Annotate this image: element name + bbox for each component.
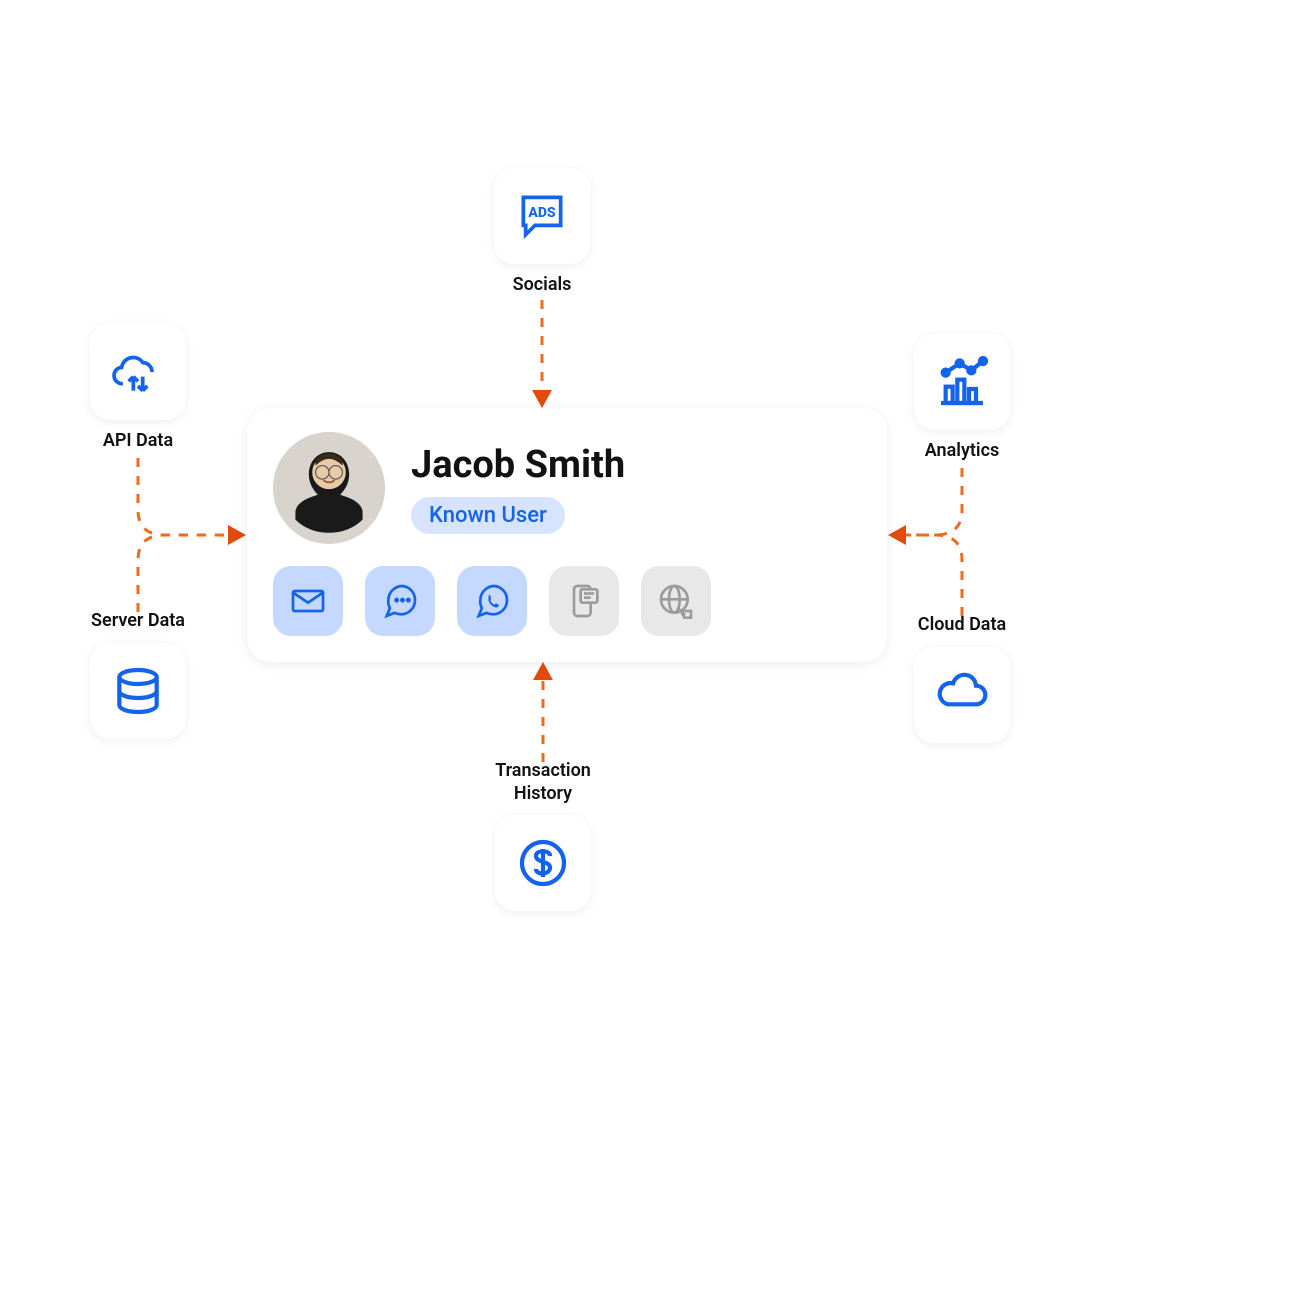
- node-server-data: Server Data: [90, 610, 186, 739]
- user-header: Jacob Smith Known User: [273, 432, 861, 544]
- svg-text:ADS: ADS: [528, 205, 556, 221]
- analytics-icon: [914, 334, 1010, 430]
- cloud-sync-icon: [90, 324, 186, 420]
- user-meta: Jacob Smith Known User: [411, 443, 625, 534]
- ads-icon: ADS: [494, 168, 590, 264]
- dollar-icon: [495, 815, 591, 911]
- user-status-badge: Known User: [411, 497, 565, 534]
- channel-email[interactable]: [273, 566, 343, 636]
- node-label: Socials: [513, 274, 572, 297]
- node-label: Analytics: [925, 440, 1000, 463]
- node-label: Transaction History: [495, 760, 591, 805]
- cloud-icon: [914, 647, 1010, 743]
- channel-row: [273, 566, 861, 636]
- channel-sms[interactable]: [549, 566, 619, 636]
- user-card: Jacob Smith Known User: [247, 408, 887, 662]
- avatar: [273, 432, 385, 544]
- node-label: API Data: [103, 430, 173, 453]
- database-icon: [90, 643, 186, 739]
- node-socials: ADS Socials: [494, 168, 590, 297]
- diagram-canvas: Jacob Smith Known User: [0, 0, 1312, 1312]
- node-cloud-data: Cloud Data: [914, 614, 1010, 743]
- node-label: Cloud Data: [918, 614, 1006, 637]
- node-analytics: Analytics: [914, 334, 1010, 463]
- channel-web[interactable]: [641, 566, 711, 636]
- node-transaction-history: Transaction History: [495, 760, 591, 911]
- channel-chat[interactable]: [365, 566, 435, 636]
- node-label: Server Data: [91, 610, 185, 633]
- channel-whatsapp[interactable]: [457, 566, 527, 636]
- node-api-data: API Data: [90, 324, 186, 453]
- user-name: Jacob Smith: [411, 443, 625, 487]
